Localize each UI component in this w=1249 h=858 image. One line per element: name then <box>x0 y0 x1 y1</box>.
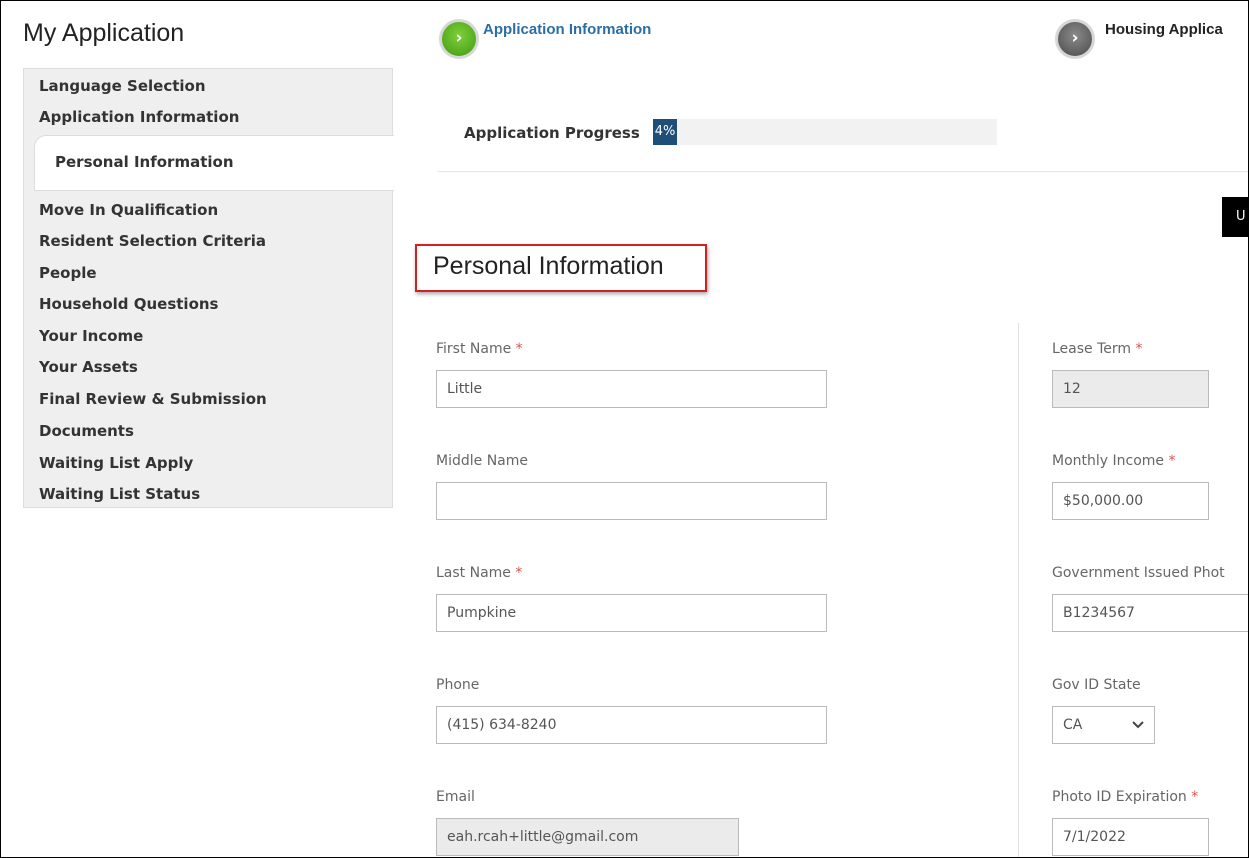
sidebar-item-application-information[interactable]: Application Information <box>39 108 239 126</box>
required-mark: * <box>515 341 523 357</box>
phone-label: Phone <box>436 677 480 693</box>
gov-id-state-value: CA <box>1063 717 1083 733</box>
last-name-label: Last Name * <box>436 565 522 581</box>
required-mark: * <box>1191 789 1199 805</box>
chevron-right-icon: › <box>455 28 463 48</box>
last-name-label-text: Last Name <box>436 565 511 581</box>
photo-id-expiration-label: Photo ID Expiration * <box>1052 789 1198 805</box>
last-name-input[interactable]: Pumpkine <box>436 594 827 632</box>
lease-term-label-text: Lease Term <box>1052 341 1132 357</box>
monthly-income-label-text: Monthly Income <box>1052 453 1165 469</box>
first-name-label: First Name * <box>436 341 523 357</box>
monthly-income-label: Monthly Income * <box>1052 453 1175 469</box>
sidebar-nav: Language Selection Application Informati… <box>23 68 394 508</box>
progress-fill: 4% <box>653 119 677 145</box>
sidebar-item-your-income[interactable]: Your Income <box>39 327 143 345</box>
gov-photo-id-input[interactable]: B1234567 <box>1052 594 1248 632</box>
sidebar-item-language-selection[interactable]: Language Selection <box>39 77 206 95</box>
gov-id-state-label: Gov ID State <box>1052 677 1141 693</box>
first-name-input[interactable]: Little <box>436 370 827 408</box>
first-name-label-text: First Name <box>436 341 512 357</box>
required-mark: * <box>1135 341 1143 357</box>
sidebar-item-household-questions[interactable]: Household Questions <box>39 295 218 313</box>
gov-id-state-select[interactable]: CA <box>1052 706 1155 744</box>
photo-id-expiration-label-text: Photo ID Expiration <box>1052 789 1187 805</box>
sidebar-item-label: Personal Information <box>55 153 234 171</box>
sidebar-item-resident-selection-criteria[interactable]: Resident Selection Criteria <box>39 232 266 250</box>
sidebar-item-documents[interactable]: Documents <box>39 422 134 440</box>
email-label: Email <box>436 789 475 805</box>
lease-term-label: Lease Term * <box>1052 341 1143 357</box>
photo-id-expiration-input[interactable]: 7/1/2022 <box>1052 818 1209 856</box>
sidebar-item-personal-information[interactable]: Personal Information <box>34 135 394 191</box>
required-mark: * <box>1168 453 1176 469</box>
app-title: My Application <box>23 19 185 47</box>
column-divider <box>1018 323 1019 857</box>
phone-input[interactable]: (415) 634-8240 <box>436 706 827 744</box>
sidebar-item-your-assets[interactable]: Your Assets <box>39 358 138 376</box>
middle-name-input[interactable] <box>436 482 827 520</box>
section-title: Personal Information <box>433 252 664 280</box>
sidebar-item-final-review[interactable]: Final Review & Submission <box>39 390 267 408</box>
partial-button[interactable]: U <box>1222 197 1248 237</box>
step-label-application-information[interactable]: Application Information <box>483 21 651 38</box>
sidebar-item-waiting-list-apply[interactable]: Waiting List Apply <box>39 454 193 472</box>
email-field[interactable]: eah.rcah+little@gmail.com <box>436 818 739 856</box>
chevron-down-icon <box>1132 707 1144 743</box>
lease-term-input[interactable]: 12 <box>1052 370 1209 408</box>
divider <box>437 171 1248 172</box>
step-label-housing-application[interactable]: Housing Applica <box>1105 21 1223 38</box>
gov-photo-id-label: Government Issued Phot <box>1052 565 1225 581</box>
step-housing-application-button[interactable]: › <box>1055 19 1095 59</box>
chevron-right-icon: › <box>1071 28 1079 48</box>
sidebar-item-people[interactable]: People <box>39 264 97 282</box>
monthly-income-input[interactable]: $50,000.00 <box>1052 482 1209 520</box>
step-application-information-button[interactable]: › <box>439 19 479 59</box>
application-window: My Application Language Selection Applic… <box>0 0 1249 858</box>
progress-bar: 4% <box>653 119 997 145</box>
sidebar-item-waiting-list-status[interactable]: Waiting List Status <box>39 485 200 503</box>
progress-label: Application Progress <box>464 124 640 142</box>
sidebar-item-move-in-qualification[interactable]: Move In Qualification <box>39 201 218 219</box>
middle-name-label: Middle Name <box>436 453 528 469</box>
required-mark: * <box>515 565 523 581</box>
